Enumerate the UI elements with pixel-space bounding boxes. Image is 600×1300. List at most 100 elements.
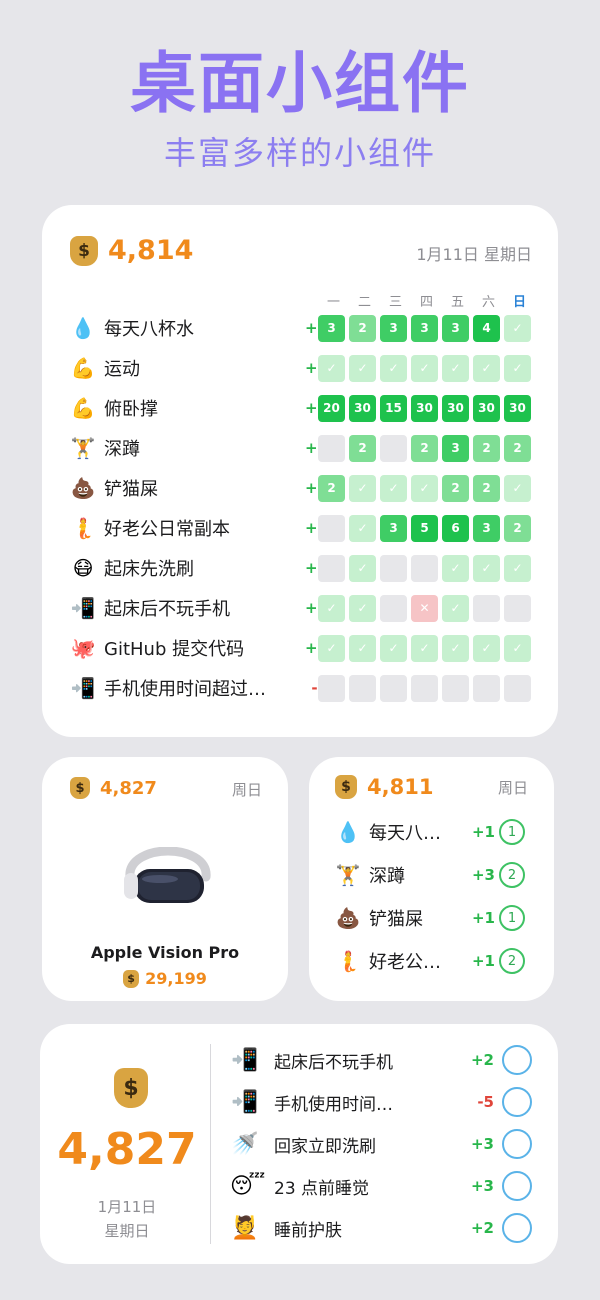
habit-row[interactable]: 🐙 GitHub 提交代码 +5 ✓ ✓ ✓ ✓ ✓ ✓ ✓ [70, 633, 540, 663]
day-cell[interactable]: 15 [380, 394, 407, 422]
day-cell[interactable]: ✓ [442, 354, 469, 382]
day-cell[interactable]: ✓ [504, 314, 531, 342]
day-cell[interactable]: 3 [318, 314, 345, 342]
day-cell[interactable] [318, 674, 345, 702]
day-cell[interactable]: ✓ [504, 554, 531, 582]
day-cell[interactable]: 2 [473, 434, 500, 462]
habit-row[interactable]: 📲手机使用时间超过…-5 [70, 673, 540, 703]
day-cell[interactable]: 3 [380, 314, 407, 342]
checklist-item[interactable]: 😴 23 点前睡觉 +3 [230, 1170, 540, 1202]
day-cell[interactable]: ✓ [349, 354, 376, 382]
day-cell[interactable] [442, 674, 469, 702]
day-cell[interactable]: 2 [349, 434, 376, 462]
day-cell[interactable]: ✓ [349, 594, 376, 622]
habit-row[interactable]: 💪 运动 +1 ✓ ✓ ✓ ✓ ✓ ✓ ✓ [70, 353, 540, 383]
day-cell[interactable] [380, 434, 407, 462]
habit-row[interactable]: 💧 每天八杯水 +1 3 2 3 3 3 4 ✓ [70, 313, 540, 343]
day-cell[interactable]: 6 [442, 514, 469, 542]
habit-grid-widget[interactable]: $ 4,814 1月11日 星期日 一 二 三 四 五 六 日 💧 每天八杯水 +1… [42, 205, 558, 737]
day-cell[interactable]: 3 [442, 314, 469, 342]
habit-row[interactable]: 🧜 好老公日常副本 +1 ✓ 3 5 6 3 2 [70, 513, 540, 543]
day-cell[interactable]: ✓ [473, 554, 500, 582]
day-cell[interactable]: 4 [473, 314, 500, 342]
day-cell[interactable]: ✓ [349, 634, 376, 662]
habit-list-widget[interactable]: $ 4,811 周日 💧 每天八… +1 1 🏋 深蹲 +3 2 💩 铲猫屎 +1 1 🧜 好老公… +1 2 [309, 757, 554, 1001]
day-cell[interactable] [504, 594, 531, 622]
day-cell[interactable]: ✓ [442, 594, 469, 622]
day-cell[interactable]: 2 [411, 434, 438, 462]
day-cell[interactable]: ✓ [380, 354, 407, 382]
day-cell[interactable] [380, 594, 407, 622]
day-cell[interactable]: ✓ [473, 634, 500, 662]
checkbox-circle[interactable] [502, 1171, 532, 1201]
count-ring[interactable]: 2 [499, 862, 525, 888]
day-cell[interactable]: 3 [411, 314, 438, 342]
day-cell[interactable]: 3 [473, 514, 500, 542]
day-cell[interactable]: ✓ [349, 554, 376, 582]
count-ring[interactable]: 1 [499, 905, 525, 931]
checkbox-circle[interactable] [502, 1087, 532, 1117]
day-cell[interactable] [349, 674, 376, 702]
checkbox-circle[interactable] [502, 1129, 532, 1159]
day-cell[interactable]: ✓ [318, 594, 345, 622]
day-cell[interactable] [318, 434, 345, 462]
day-cell[interactable]: ✓ [442, 634, 469, 662]
day-cell[interactable]: ✓ [318, 634, 345, 662]
day-cell[interactable]: ✓ [380, 634, 407, 662]
day-cell[interactable] [473, 674, 500, 702]
list-item[interactable]: 💧 每天八… +1 1 [335, 817, 535, 847]
day-cell[interactable]: 30 [349, 394, 376, 422]
habit-row[interactable]: 🏋 深蹲 +3 2 2 3 2 2 [70, 433, 540, 463]
checklist-item[interactable]: 🚿 回家立即洗刷 +3 [230, 1128, 540, 1160]
day-cell[interactable]: 30 [442, 394, 469, 422]
wishlist-widget[interactable]: $ 4,827 周日 Apple Vision Pro $ 29,199 [42, 757, 288, 1001]
habit-row[interactable]: 💩 铲猫屎 +1 2 ✓ ✓ ✓ 2 2 ✓ [70, 473, 540, 503]
habit-row[interactable]: 😷 起床先洗刷 +3 ✓ ✓ ✓ ✓ [70, 553, 540, 583]
day-cell[interactable]: ✓ [504, 354, 531, 382]
day-cell[interactable]: ✓ [411, 354, 438, 382]
day-cell[interactable] [411, 554, 438, 582]
day-cell[interactable]: 2 [504, 514, 531, 542]
day-cell[interactable]: 2 [473, 474, 500, 502]
day-cell[interactable] [318, 554, 345, 582]
day-cell[interactable]: ✓ [442, 554, 469, 582]
checkbox-circle[interactable] [502, 1045, 532, 1075]
day-cell[interactable]: ✓ [380, 474, 407, 502]
day-cell[interactable] [411, 674, 438, 702]
list-item[interactable]: 💩 铲猫屎 +1 1 [335, 903, 535, 933]
day-cell[interactable]: 2 [504, 434, 531, 462]
day-cell[interactable]: ✓ [504, 634, 531, 662]
day-cell[interactable]: 2 [442, 474, 469, 502]
list-item[interactable]: 🧜 好老公… +1 2 [335, 946, 535, 976]
day-cell[interactable]: 3 [380, 514, 407, 542]
habit-row[interactable]: 📲 起床后不玩手机 +2 ✓ ✓ ✕ ✓ [70, 593, 540, 623]
day-cell[interactable]: ✓ [349, 514, 376, 542]
habit-row[interactable]: 💪 俯卧撑 +1 20 30 15 30 30 30 30 [70, 393, 540, 423]
count-ring[interactable]: 2 [499, 948, 525, 974]
day-cell[interactable]: 5 [411, 514, 438, 542]
day-cell[interactable]: ✓ [504, 474, 531, 502]
checklist-item[interactable]: 💆 睡前护肤 +2 [230, 1212, 540, 1244]
day-cell[interactable]: ✓ [349, 474, 376, 502]
day-cell[interactable] [380, 674, 407, 702]
day-cell[interactable]: 30 [504, 394, 531, 422]
checklist-item[interactable]: 📲 起床后不玩手机 +2 [230, 1044, 540, 1076]
day-cell[interactable] [473, 594, 500, 622]
checkbox-circle[interactable] [502, 1213, 532, 1243]
day-cell[interactable] [380, 554, 407, 582]
day-cell[interactable]: 20 [318, 394, 345, 422]
day-cell[interactable] [504, 674, 531, 702]
day-cell[interactable]: 3 [442, 434, 469, 462]
day-cell[interactable]: ✕ [411, 594, 438, 622]
day-cell[interactable]: 30 [473, 394, 500, 422]
day-cell[interactable]: 30 [411, 394, 438, 422]
day-cell[interactable] [318, 514, 345, 542]
day-cell[interactable]: 2 [349, 314, 376, 342]
day-cell[interactable]: ✓ [318, 354, 345, 382]
list-item[interactable]: 🏋 深蹲 +3 2 [335, 860, 535, 890]
day-cell[interactable]: ✓ [411, 474, 438, 502]
day-cell[interactable]: 2 [318, 474, 345, 502]
day-cell[interactable]: ✓ [473, 354, 500, 382]
checklist-item[interactable]: 📲 手机使用时间… -5 [230, 1086, 540, 1118]
count-ring[interactable]: 1 [499, 819, 525, 845]
